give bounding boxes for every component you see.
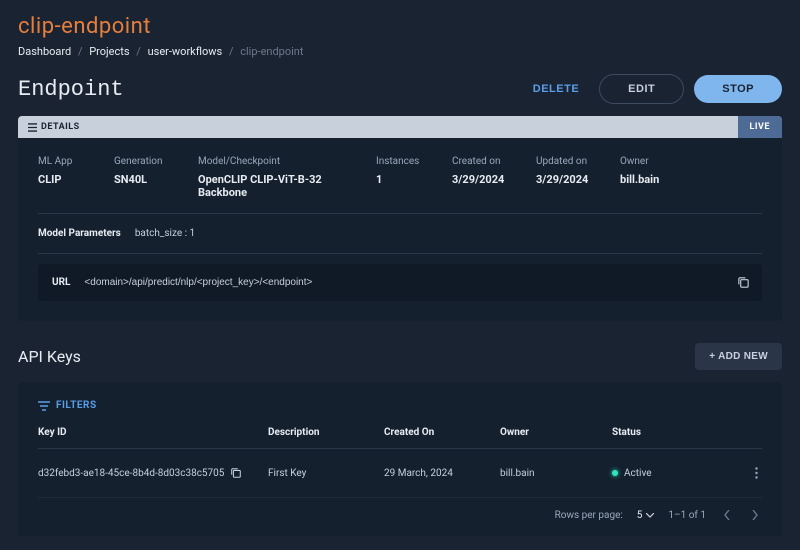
stop-button[interactable]: STOP xyxy=(694,75,782,103)
apikeys-panel: FILTERS Key ID Description Created On Ow… xyxy=(18,382,782,536)
desc-value: First Key xyxy=(268,468,384,479)
tab-live-label: LIVE xyxy=(750,122,770,132)
breadcrumb-dashboard[interactable]: Dashboard xyxy=(18,45,71,58)
created-value: 3/29/2024 xyxy=(452,173,516,186)
url-value: <domain>/api/predict/nlp/<project_key>/<… xyxy=(84,277,737,288)
mlapp-value: CLIP xyxy=(38,173,94,186)
copy-icon[interactable] xyxy=(737,276,750,289)
pager-prev-icon[interactable] xyxy=(720,508,734,522)
pager-next-icon[interactable] xyxy=(748,508,762,522)
chevron-down-icon xyxy=(646,513,654,518)
breadcrumb-workflows[interactable]: user-workflows xyxy=(148,45,223,58)
created-value: 29 March, 2024 xyxy=(384,468,500,479)
breadcrumb: Dashboard / Projects / user-workflows / … xyxy=(18,45,782,58)
pager-range: 1–1 of 1 xyxy=(668,510,706,521)
url-label: URL xyxy=(38,277,84,288)
col-owner: Owner xyxy=(500,427,612,438)
mlapp-label: ML App xyxy=(38,156,94,167)
model-params-value: batch_size : 1 xyxy=(135,228,195,239)
page-title: clip-endpoint xyxy=(18,14,782,39)
col-desc: Description xyxy=(268,427,384,438)
filters-label: FILTERS xyxy=(56,400,97,411)
list-icon xyxy=(28,123,37,132)
tab-live[interactable]: LIVE xyxy=(738,116,782,138)
status-value: Active xyxy=(624,468,652,479)
apikeys-heading: API Keys xyxy=(18,347,81,366)
filter-icon xyxy=(38,401,50,411)
breadcrumb-projects[interactable]: Projects xyxy=(89,45,129,58)
page-size-select[interactable]: 5 xyxy=(637,510,655,521)
updated-value: 3/29/2024 xyxy=(536,173,600,186)
table-row: d32febd3-ae18-45ce-8b4d-8d03c38c5705 Fir… xyxy=(38,449,762,498)
owner-value: bill.bain xyxy=(500,468,612,479)
model-label: Model/Checkpoint xyxy=(198,156,356,167)
instances-label: Instances xyxy=(376,156,432,167)
details-panel: DETAILS LIVE ML App CLIP Generation SN40… xyxy=(18,116,782,321)
copy-icon[interactable] xyxy=(230,467,242,479)
breadcrumb-sep: / xyxy=(78,45,83,58)
tab-details[interactable]: DETAILS xyxy=(18,116,738,138)
status-dot-icon xyxy=(612,470,618,476)
owner-value: bill.bain xyxy=(620,173,690,186)
updated-label: Updated on xyxy=(536,156,600,167)
row-menu-icon[interactable] xyxy=(751,463,762,483)
col-keyid: Key ID xyxy=(38,427,268,438)
model-value: OpenCLIP CLIP-ViT-B-32 Backbone xyxy=(198,173,356,199)
breadcrumb-sep: / xyxy=(229,45,234,58)
pager-label: Rows per page: xyxy=(555,510,623,521)
owner-label: Owner xyxy=(620,156,690,167)
breadcrumb-sep: / xyxy=(136,45,141,58)
col-status: Status xyxy=(612,427,722,438)
created-label: Created on xyxy=(452,156,516,167)
delete-button[interactable]: DELETE xyxy=(523,75,589,103)
add-new-button[interactable]: + ADD NEW xyxy=(695,343,782,370)
col-created: Created On xyxy=(384,427,500,438)
breadcrumb-current: clip-endpoint xyxy=(240,45,303,58)
page-size-value: 5 xyxy=(637,510,643,521)
instances-value: 1 xyxy=(376,173,432,186)
generation-label: Generation xyxy=(114,156,178,167)
model-params-label: Model Parameters xyxy=(38,228,121,239)
endpoint-heading: Endpoint xyxy=(18,77,124,102)
filters-button[interactable]: FILTERS xyxy=(38,400,762,411)
tab-details-label: DETAILS xyxy=(41,122,80,132)
generation-value: SN40L xyxy=(114,173,178,186)
edit-button[interactable]: EDIT xyxy=(599,74,684,104)
keyid-value: d32febd3-ae18-45ce-8b4d-8d03c38c5705 xyxy=(38,468,224,479)
